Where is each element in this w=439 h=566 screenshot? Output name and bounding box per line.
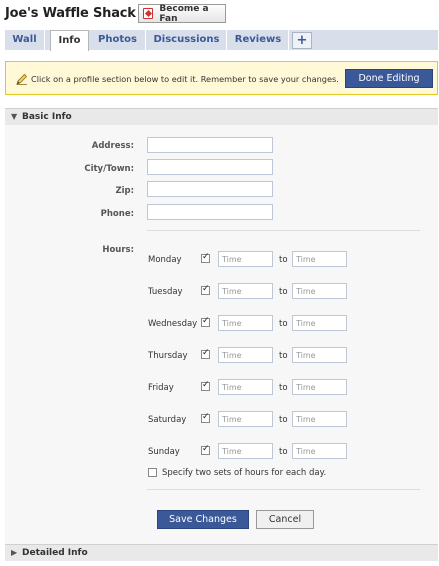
tab-bar: Wall Info Photos Discussions Reviews +	[5, 30, 438, 51]
open-time-sunday[interactable]	[218, 443, 273, 459]
page-title: Joe's Waffle Shack	[5, 6, 136, 21]
day-checkbox-friday[interactable]	[201, 380, 210, 391]
open-time-saturday[interactable]	[218, 411, 273, 427]
zip-label: Zip:	[115, 186, 134, 196]
fan-icon	[143, 8, 154, 19]
basic-info-section-header[interactable]: ▼ Basic Info	[5, 108, 438, 125]
day-label-monday: Monday	[148, 255, 182, 265]
day-checkbox-thursday[interactable]	[201, 348, 210, 359]
day-label-thursday: Thursday	[148, 351, 188, 361]
zip-input[interactable]	[147, 181, 273, 197]
day-label-wednesday: Wednesday	[148, 319, 198, 329]
tab-discussions[interactable]: Discussions	[147, 30, 227, 50]
hours-label: Hours:	[102, 245, 134, 255]
two-sets-hours-checkbox[interactable]	[148, 468, 157, 477]
tab-info[interactable]: Info	[50, 30, 89, 51]
to-label: to	[279, 351, 288, 361]
day-checkbox-saturday[interactable]	[201, 412, 210, 423]
to-label: to	[279, 287, 288, 297]
open-time-friday[interactable]	[218, 379, 273, 395]
day-checkbox-tuesday[interactable]	[201, 284, 210, 295]
expand-down-icon: ▼	[11, 112, 18, 121]
day-checkbox-monday[interactable]	[201, 252, 210, 263]
open-time-monday[interactable]	[218, 251, 273, 267]
divider	[147, 230, 420, 231]
day-label-sunday: Sunday	[148, 447, 180, 457]
save-changes-button[interactable]: Save Changes	[157, 510, 249, 529]
open-time-thursday[interactable]	[218, 347, 273, 363]
to-label: to	[279, 447, 288, 457]
close-time-tuesday[interactable]	[292, 283, 347, 299]
divider	[147, 489, 420, 490]
cancel-button[interactable]: Cancel	[256, 510, 314, 529]
close-time-thursday[interactable]	[292, 347, 347, 363]
open-time-wednesday[interactable]	[218, 315, 273, 331]
tab-wall[interactable]: Wall	[5, 30, 45, 50]
expand-right-icon: ▶	[11, 548, 18, 557]
edit-notice-banner: Click on a profile section below to edit…	[5, 61, 438, 95]
day-label-saturday: Saturday	[148, 415, 187, 425]
close-time-wednesday[interactable]	[292, 315, 347, 331]
to-label: to	[279, 319, 288, 329]
to-label: to	[279, 383, 288, 393]
close-time-monday[interactable]	[292, 251, 347, 267]
done-editing-button[interactable]: Done Editing	[345, 69, 433, 88]
notice-text: Click on a profile section below to edit…	[31, 74, 339, 84]
close-time-sunday[interactable]	[292, 443, 347, 459]
address-label: Address:	[91, 141, 134, 151]
day-checkbox-wednesday[interactable]	[201, 316, 210, 327]
to-label: to	[279, 255, 288, 265]
day-label-friday: Friday	[148, 383, 174, 393]
close-time-saturday[interactable]	[292, 411, 347, 427]
become-a-fan-button[interactable]: Become a Fan	[138, 3, 226, 24]
phone-label: Phone:	[100, 209, 134, 219]
become-a-fan-label: Become a Fan	[159, 3, 209, 24]
address-input[interactable]	[147, 137, 273, 153]
city-town-input[interactable]	[147, 159, 273, 175]
pencil-icon	[16, 73, 28, 85]
day-checkbox-sunday[interactable]	[201, 444, 210, 455]
detailed-info-title: Detailed Info	[22, 548, 88, 558]
detailed-info-section-header[interactable]: ▶ Detailed Info	[5, 544, 438, 561]
to-label: to	[279, 415, 288, 425]
day-label-tuesday: Tuesday	[148, 287, 183, 297]
add-tab-button[interactable]: +	[292, 32, 312, 49]
two-sets-hours-label: Specify two sets of hours for each day.	[162, 468, 327, 478]
city-town-label: City/Town:	[84, 164, 134, 174]
close-time-friday[interactable]	[292, 379, 347, 395]
phone-input[interactable]	[147, 204, 273, 220]
open-time-tuesday[interactable]	[218, 283, 273, 299]
tab-photos[interactable]: Photos	[90, 30, 146, 50]
basic-info-title: Basic Info	[22, 112, 72, 122]
tab-reviews[interactable]: Reviews	[228, 30, 289, 50]
